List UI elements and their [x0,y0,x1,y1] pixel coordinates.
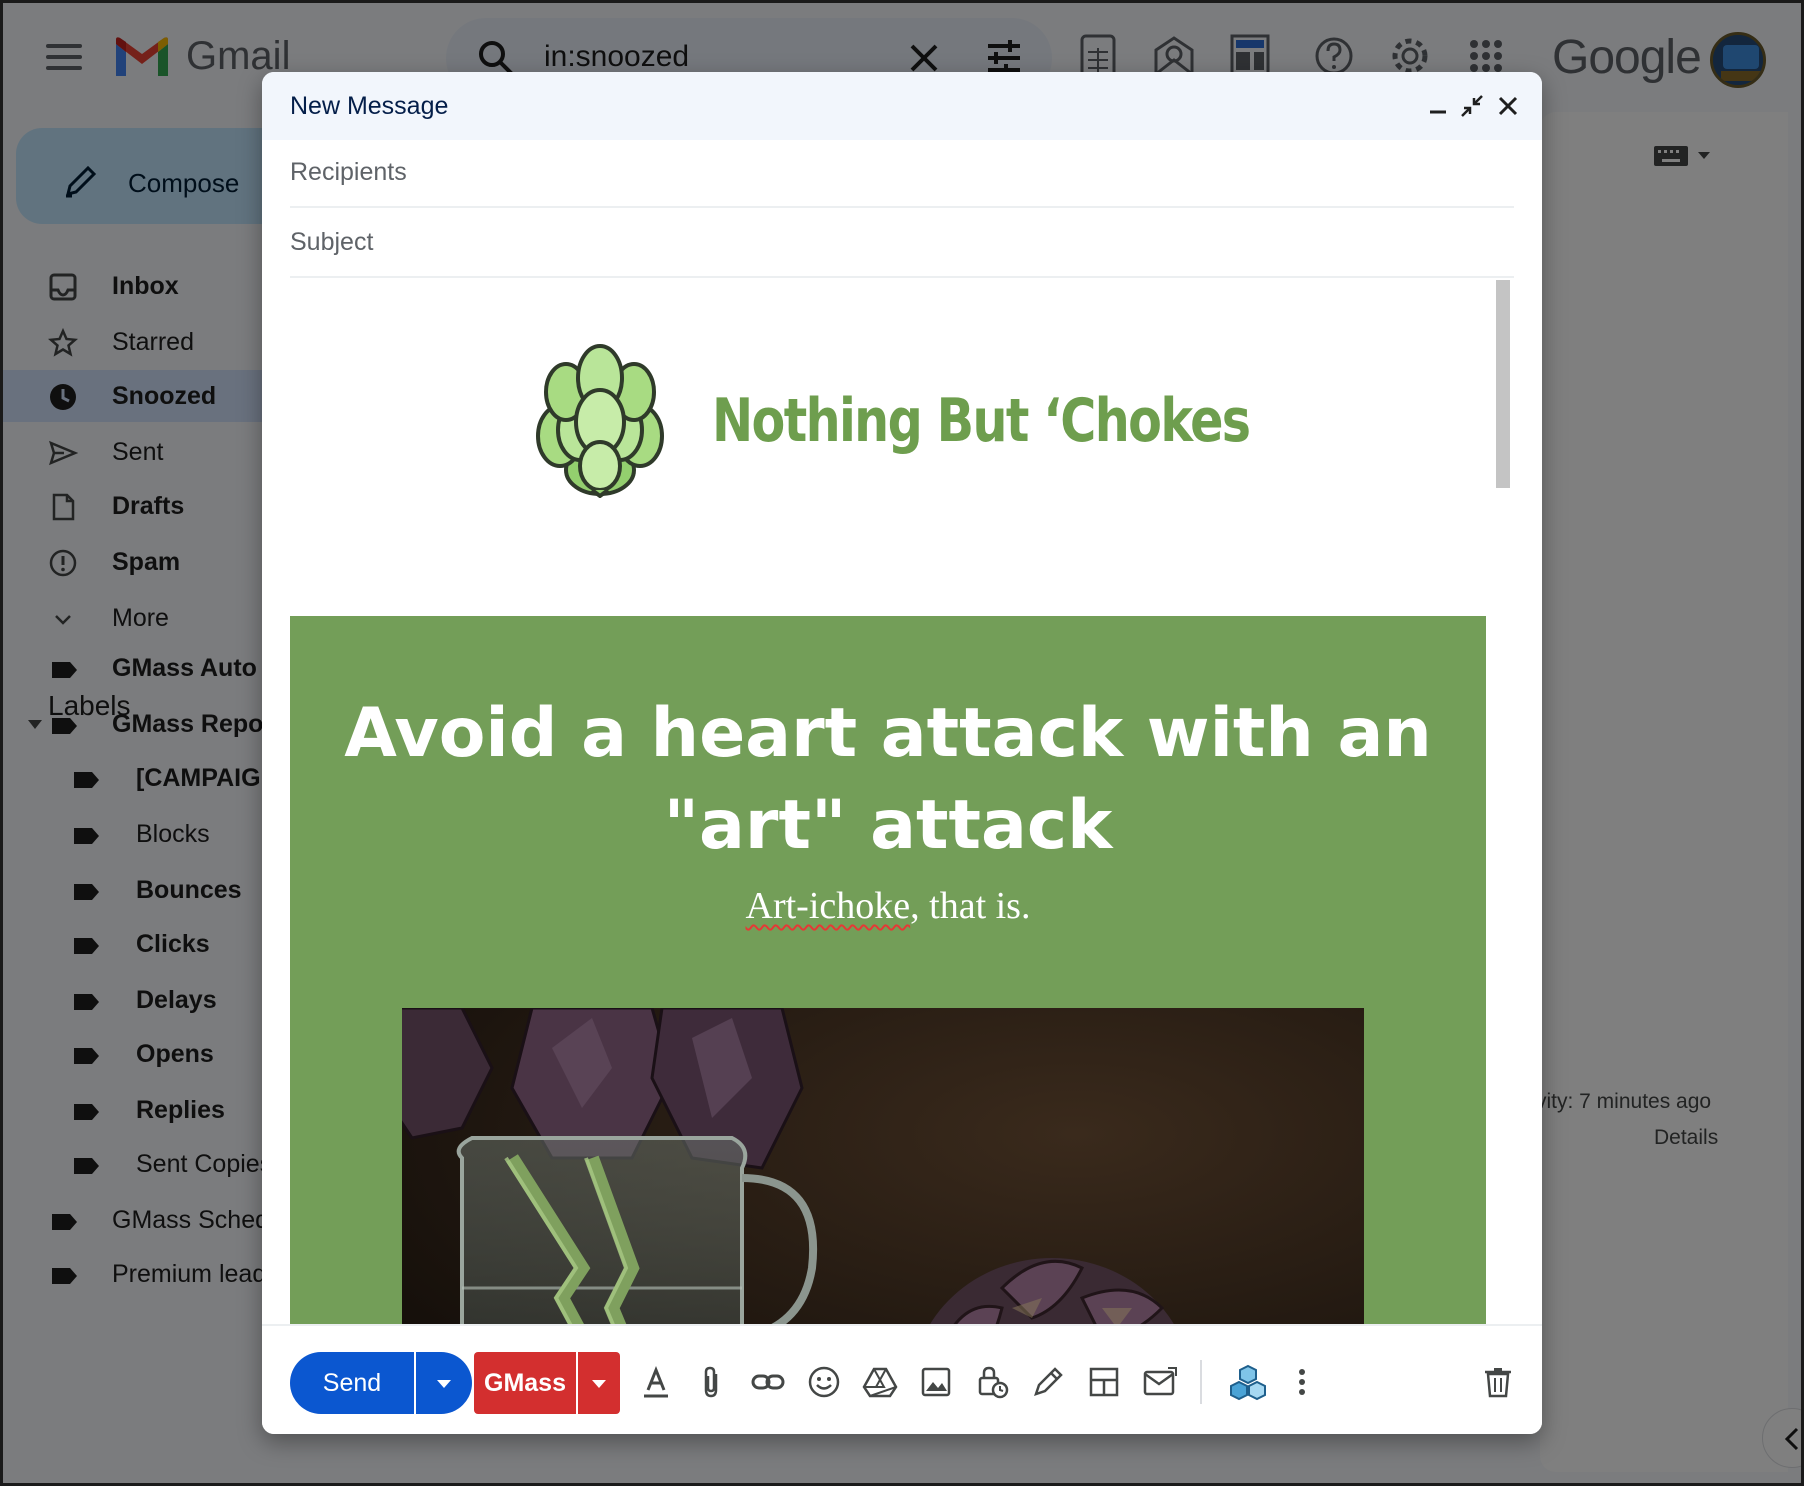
caret-down-icon [437,1380,451,1388]
toolbar-separator [1200,1360,1202,1404]
signature-pen-icon[interactable] [1030,1364,1066,1400]
brand-name: Nothing But ‘Chokes [712,386,1251,456]
schedule-send-dropdown[interactable] [416,1352,472,1414]
recipients-field[interactable] [290,158,1190,187]
insert-link-icon[interactable] [750,1364,786,1400]
gmass-button[interactable]: GMass [474,1352,576,1414]
close-icon[interactable] [1494,92,1522,120]
formatting-options-icon[interactable] [638,1364,674,1400]
confidential-mode-icon[interactable] [974,1364,1010,1400]
minimize-icon[interactable] [1424,92,1452,120]
send-button[interactable]: Send [290,1352,414,1414]
email-brand-header: Nothing But ‘Chokes [290,280,1486,542]
compose-title: New Message [290,92,449,120]
subject-row [290,210,1514,278]
email-template-icon[interactable] [1142,1364,1178,1400]
insert-photo-icon[interactable] [918,1364,954,1400]
subject-field[interactable] [290,228,1190,257]
hero-subtitle-rest: , that is. [910,885,1031,927]
google-drive-icon[interactable] [862,1364,898,1400]
discard-trash-icon[interactable] [1480,1364,1516,1400]
email-hero: Avoid a heart attack with an "art" attac… [290,616,1486,1402]
spellcheck-word[interactable]: Art-ichoke [746,885,911,927]
compose-toolbar: Send GMass [262,1324,1542,1434]
hero-subtitle: Art-ichoke, that is. [290,884,1486,928]
more-options-icon[interactable] [1284,1364,1320,1400]
body-scrollbar[interactable] [1496,280,1510,488]
caret-down-icon [592,1380,606,1388]
attach-file-icon[interactable] [694,1364,730,1400]
gmass-settings-dropdown[interactable] [578,1352,620,1414]
exit-fullscreen-icon[interactable] [1458,92,1486,120]
compose-dialog: New Message Recipients Subject Nothing B… [262,72,1542,1434]
recipients-row [290,140,1514,208]
emoji-icon[interactable] [806,1364,842,1400]
gmass-cubes-icon[interactable] [1228,1362,1268,1402]
hero-title: Avoid a heart attack with an "art" attac… [344,694,1432,865]
message-body[interactable]: Nothing But ‘Chokes Avoid a heart attack… [290,280,1514,1402]
artichoke-logo-icon [536,344,664,498]
layouts-icon[interactable] [1086,1364,1122,1400]
compose-header[interactable]: New Message [262,72,1542,140]
